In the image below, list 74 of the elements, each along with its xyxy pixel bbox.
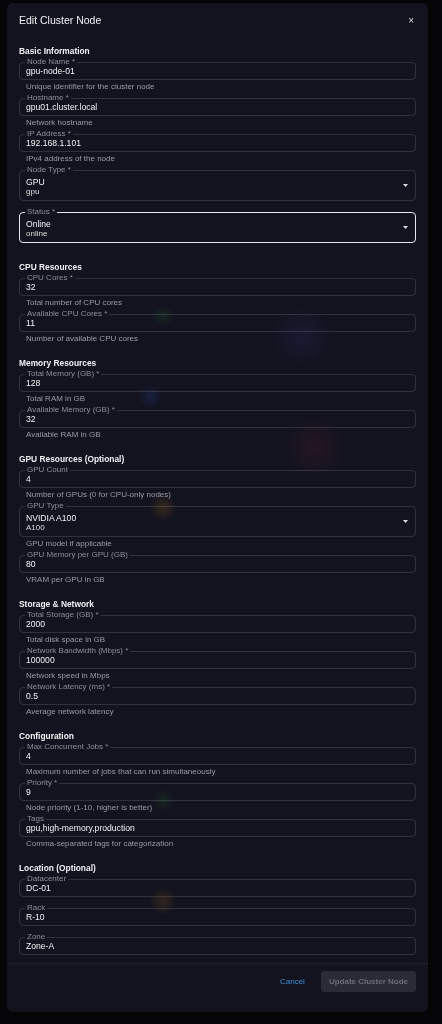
field-label: Node Name * xyxy=(25,58,78,66)
field-value: DC-01 xyxy=(26,883,51,893)
helper-text: GPU model if applicable xyxy=(25,538,113,550)
helper-text: Average network latency xyxy=(25,706,115,718)
section-heading: Configuration xyxy=(19,731,75,741)
section-heading: Storage & Network xyxy=(19,599,95,609)
dropdown-caret-icon xyxy=(403,184,408,187)
field-label: IP Address * xyxy=(25,130,73,138)
field-label: Priority * xyxy=(25,779,60,787)
field-value: GPU xyxy=(26,176,45,187)
field-value: 0.5 xyxy=(26,691,38,701)
field-label: Network Bandwidth (Mbps) * xyxy=(25,647,131,655)
field-label: Status * xyxy=(25,208,57,216)
field-label: Network Latency (ms) * xyxy=(25,683,113,691)
field-value: gpu-node-01 xyxy=(26,66,75,76)
helper-text: Node priority (1-10, higher is better) xyxy=(25,802,154,814)
section-heading: GPU Resources (Optional) xyxy=(19,454,126,464)
field-subvalue: gpu xyxy=(26,186,40,197)
field-label: Total Storage (GB) * xyxy=(25,611,101,619)
field-value: NVIDIA A100 xyxy=(26,512,77,523)
helper-text: Maximum number of jobs that can run simultaneously xyxy=(25,766,217,778)
field-value: 32 xyxy=(26,282,36,292)
cancel-button[interactable]: Cancel xyxy=(271,970,313,992)
field-label: Tags xyxy=(25,815,46,823)
field-subvalue: A100 xyxy=(26,522,45,533)
field-label: GPU Count xyxy=(25,466,70,474)
helper-text: Comma-separated tags for categorization xyxy=(25,838,175,850)
field-value: Zone-A xyxy=(26,941,55,951)
field-value: R-10 xyxy=(26,912,45,922)
field-label: Max Concurrent Jobs * xyxy=(25,743,111,751)
field-value: 128 xyxy=(26,378,41,388)
section-heading: Basic Information xyxy=(19,46,91,56)
field-value: 32 xyxy=(26,414,36,424)
field-label: Rack xyxy=(25,904,48,912)
field-label: Hostname * xyxy=(25,94,71,102)
dialog-title: Edit Cluster Node xyxy=(19,14,102,26)
section-heading: Memory Resources xyxy=(19,358,98,368)
field-value: 11 xyxy=(26,318,35,328)
field-value: 9 xyxy=(26,787,31,797)
dropdown-caret-icon xyxy=(403,520,408,523)
helper-text: Total disk space in GB xyxy=(25,634,107,646)
helper-text: Unique identifier for the cluster node xyxy=(25,81,156,93)
helper-text: Network speed in Mbps xyxy=(25,670,111,682)
field-value: 80 xyxy=(26,559,36,569)
field-label: Total Memory (GB) * xyxy=(25,370,102,378)
field-label: CPU Cores * xyxy=(25,274,75,282)
helper-text: Network hostname xyxy=(25,117,94,129)
helper-text: VRAM per GPU in GB xyxy=(25,574,106,586)
field-subvalue: online xyxy=(26,228,48,239)
field-value: 192.168.1.101 xyxy=(26,138,81,148)
field-label: Available Memory (GB) * xyxy=(25,406,117,414)
helper-text: Number of available CPU cores xyxy=(25,333,140,345)
field-value: gpu,high-memory,production xyxy=(26,823,135,833)
helper-text: Available RAM in GB xyxy=(25,429,102,441)
field-label: Zone xyxy=(25,933,48,941)
helper-text: Total number of CPU cores xyxy=(25,297,124,309)
field-value: 4 xyxy=(26,474,31,484)
field-label: GPU Memory per GPU (GB) xyxy=(25,551,130,559)
field-label: Available CPU Cores * xyxy=(25,310,110,318)
field-value: 100000 xyxy=(26,655,55,665)
field-label: GPU Type xyxy=(25,502,66,510)
field-value: 4 xyxy=(26,751,31,761)
section-heading: CPU Resources xyxy=(19,262,83,272)
field-label: Node Type * xyxy=(25,166,73,174)
dropdown-caret-icon xyxy=(403,226,408,229)
helper-text: IPv4 address of the node xyxy=(25,153,116,165)
helper-text: Total RAM in GB xyxy=(25,393,87,405)
field-label: Datacenter xyxy=(25,875,69,883)
field-value: 2000 xyxy=(26,619,46,629)
field-value: Online xyxy=(26,218,51,229)
helper-text: Number of GPUs (0 for CPU-only nodes) xyxy=(25,489,172,501)
section-heading: Location (Optional) xyxy=(19,863,97,873)
close-button[interactable]: × xyxy=(404,14,418,26)
field-value: gpu01.cluster.local xyxy=(26,102,98,112)
